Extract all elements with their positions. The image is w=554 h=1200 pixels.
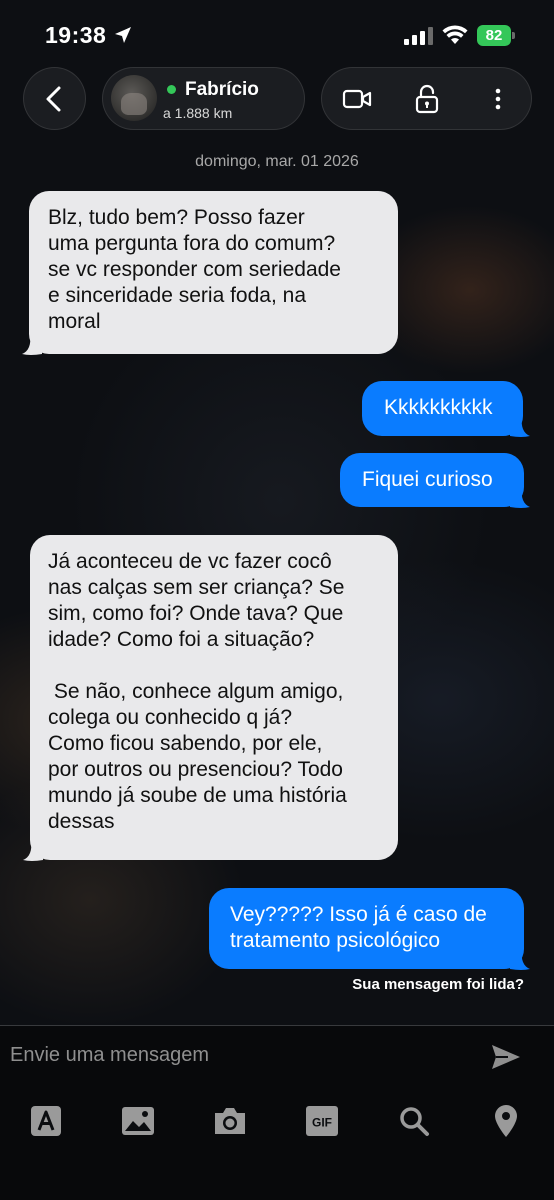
send-icon [492, 1045, 520, 1069]
battery-tip [512, 32, 515, 39]
video-camera-icon [342, 89, 372, 108]
composer-divider [0, 1025, 554, 1026]
back-button[interactable] [23, 67, 86, 130]
location-pin-icon [495, 1105, 517, 1137]
wifi-icon [442, 25, 468, 44]
text-format-icon [31, 1106, 61, 1136]
location-arrow-icon [115, 27, 131, 43]
send-button[interactable] [490, 1043, 522, 1076]
message-bubble-incoming[interactable]: Blz, tudo bem? Posso fazer uma pergunta … [29, 191, 398, 354]
unlock-icon [415, 84, 439, 113]
battery-level: 82 [485, 27, 503, 44]
message-input[interactable] [8, 1036, 472, 1074]
camera-icon [215, 1108, 245, 1134]
status-bar: 19:38 82 [0, 0, 554, 66]
image-icon [122, 1107, 154, 1135]
message-bubble-incoming[interactable]: Já aconteceu de vc fazer cocô nas calças… [30, 535, 398, 860]
message-bubble-outgoing[interactable]: Vey????? Isso já é caso de tratamento ps… [209, 888, 524, 969]
message-bubble-outgoing[interactable]: Fiquei curioso [340, 453, 524, 507]
gallery-button[interactable] [118, 1103, 158, 1139]
chevron-left-icon [46, 86, 61, 112]
gif-button[interactable]: GIF [302, 1103, 342, 1139]
read-receipt[interactable]: Sua mensagem foi lida? [352, 976, 524, 993]
gif-icon: GIF [306, 1106, 338, 1136]
text-style-button[interactable] [26, 1103, 66, 1139]
search-icon [400, 1107, 429, 1136]
header-actions [321, 67, 532, 130]
contact-header[interactable]: Fabrício a 1.888 km [102, 67, 305, 130]
unlock-button[interactable] [402, 68, 452, 129]
more-vertical-icon [495, 88, 501, 109]
contact-distance: a 1.888 km [163, 105, 233, 121]
location-button[interactable] [486, 1103, 526, 1139]
message-bubble-outgoing[interactable]: Kkkkkkkkkk [362, 381, 523, 436]
app-screen: 19:38 82 Fabrício a 1.888 km domingo, ma… [0, 0, 554, 1200]
more-options-button[interactable] [478, 68, 518, 129]
contact-name: Fabrício [185, 79, 259, 100]
online-status-dot [167, 85, 176, 94]
conversation-date: domingo, mar. 01 2026 [195, 153, 359, 170]
status-time: 19:38 [45, 22, 107, 48]
video-call-button[interactable] [332, 68, 382, 129]
camera-button[interactable] [210, 1103, 250, 1139]
search-button[interactable] [394, 1103, 434, 1139]
cellular-signal-icon [404, 27, 433, 45]
avatar[interactable] [111, 75, 157, 121]
battery-indicator: 82 [477, 25, 511, 46]
gif-label: GIF [312, 1116, 332, 1130]
